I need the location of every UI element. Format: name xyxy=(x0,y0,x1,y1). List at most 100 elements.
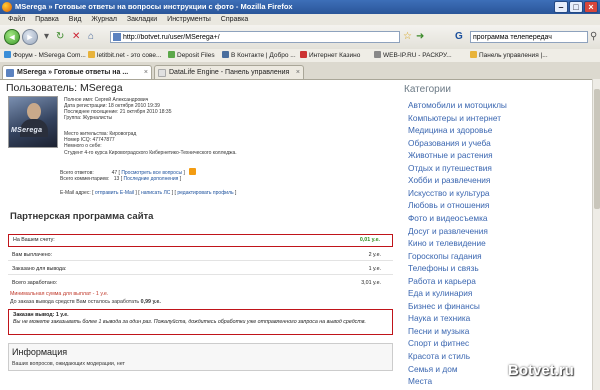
bookmark-star-icon[interactable]: ☆ xyxy=(403,32,412,42)
category-link[interactable]: Семья и дом xyxy=(408,364,458,374)
tab-mserega[interactable]: MSerega » Готовые ответы на ... × xyxy=(2,65,152,79)
order-title: Заказан вывод: 1 у.е. xyxy=(13,312,69,318)
window-title-bar: MSerega » Готовые ответы на вопросы инст… xyxy=(0,0,600,14)
balance-value: 0,01 у.е. xyxy=(359,237,380,243)
reload-icon[interactable]: ↻ xyxy=(56,32,64,42)
menu-help[interactable]: Справка xyxy=(221,16,248,23)
bookmark-item[interactable]: letitbit.net - это сове... xyxy=(88,49,161,62)
category-link[interactable]: Бизнес и финансы xyxy=(408,301,480,311)
bookmark-item[interactable]: Панель управления |... xyxy=(470,49,548,62)
latest-additions-link[interactable]: Последние дополнения xyxy=(123,176,178,182)
answers-stat: Всего ответов: 47 [ Просмотреть все вопр… xyxy=(60,168,197,176)
category-link[interactable]: Досуг и развлечения xyxy=(408,226,488,236)
menu-history[interactable]: Журнал xyxy=(91,16,117,23)
category-link[interactable]: Искусство и культура xyxy=(408,188,490,198)
bookmark-item[interactable]: В Контакте | Добро ... xyxy=(222,49,296,62)
bookmark-item[interactable]: WEB-IP.RU - РАСКРУ... xyxy=(374,49,452,62)
minimize-icon[interactable]: – xyxy=(554,1,568,13)
paid-row: Вам выплачено: 2 у.е. xyxy=(8,250,393,261)
tab-favicon-icon xyxy=(6,69,14,77)
url-input[interactable] xyxy=(123,32,373,43)
webip-favicon-icon xyxy=(374,51,381,58)
forward-button[interactable]: ► xyxy=(22,29,38,45)
search-engine-icon[interactable]: G xyxy=(455,32,463,42)
menu-tools[interactable]: Инструменты xyxy=(167,16,211,23)
ordered-row: Заказано для вывода: 1 у.е. xyxy=(8,264,393,275)
category-link[interactable]: Медицина и здоровье xyxy=(408,125,492,135)
menu-bookmarks[interactable]: Закладки xyxy=(127,16,157,23)
search-box[interactable] xyxy=(470,31,588,43)
go-arrow-icon[interactable]: ➜ xyxy=(416,32,424,42)
bookmarks-toolbar: Форум - MSerega Com... letitbit.net - эт… xyxy=(0,49,600,63)
profile-group: Группа: Журналисты xyxy=(64,115,113,121)
category-link[interactable]: Работа и карьера xyxy=(408,276,476,286)
email-row: E-Mail адрес: [ отправить E-Mail ] [ нап… xyxy=(60,190,237,196)
navigation-toolbar: ◄ ► ▾ ↻ ✕ ⌂ ☆ ➜ G ⚲ xyxy=(0,25,600,50)
menu-bar: Файл Правка Вид Журнал Закладки Инструме… xyxy=(0,14,600,25)
tab-datalife[interactable]: DataLife Engine - Панель управления × xyxy=(154,65,304,79)
category-link[interactable]: Хобби и развлечения xyxy=(408,175,490,185)
bookmark-item[interactable]: Deposit Files xyxy=(168,49,215,62)
address-bar[interactable] xyxy=(110,31,400,43)
info-box: Информация Ваших вопросов, ожидающих мод… xyxy=(8,343,393,371)
search-input[interactable] xyxy=(471,32,577,43)
category-link[interactable]: Песни и музыка xyxy=(408,326,469,336)
maximize-icon[interactable]: □ xyxy=(569,1,583,13)
tab-close-icon[interactable]: × xyxy=(144,66,148,79)
category-link[interactable]: Компьютеры и интернет xyxy=(408,113,501,123)
menu-file[interactable]: Файл xyxy=(8,16,25,23)
scrollbar-thumb[interactable] xyxy=(594,89,600,209)
close-icon[interactable]: × xyxy=(584,1,598,13)
category-link[interactable]: Красота и стиль xyxy=(408,351,470,361)
back-button[interactable]: ◄ xyxy=(4,29,20,45)
vkontakte-favicon-icon xyxy=(222,51,229,58)
page-scrollbar[interactable] xyxy=(592,79,600,390)
bookmark-item[interactable]: Форум - MSerega Com... xyxy=(4,49,86,62)
category-link[interactable]: Любовь и отношения xyxy=(408,200,489,210)
avatar-logo-text: MSerega xyxy=(11,127,43,134)
category-link[interactable]: Наука и техника xyxy=(408,313,470,323)
casino-favicon-icon xyxy=(300,51,307,58)
category-link[interactable]: Еда и кулинария xyxy=(408,288,472,298)
category-link[interactable]: Отдых и путешествия xyxy=(408,163,492,173)
info-title: Информация xyxy=(12,347,68,357)
earned-row: Всего заработано: 3,01 у.е. xyxy=(12,280,381,286)
rss-icon[interactable] xyxy=(189,168,197,175)
category-link[interactable]: Животные и растения xyxy=(408,150,493,160)
order-text: Вы не можете заказывать более 1 вывода з… xyxy=(13,319,366,325)
category-link[interactable]: Места xyxy=(408,376,432,386)
category-link[interactable]: Фото и видеосъемка xyxy=(408,213,488,223)
home-icon[interactable]: ⌂ xyxy=(88,32,94,42)
dropdown-arrow-icon[interactable]: ▾ xyxy=(44,32,49,42)
stop-icon[interactable]: ✕ xyxy=(72,32,80,42)
categories-title: Категории xyxy=(404,84,451,95)
forum-favicon-icon xyxy=(4,51,11,58)
order-notice: Заказан вывод: 1 у.е. Вы не можете заказ… xyxy=(8,309,393,335)
firefox-icon xyxy=(2,2,12,12)
category-link[interactable]: Спорт и фитнес xyxy=(408,338,469,348)
tab-bar: MSerega » Готовые ответы на ... × DataLi… xyxy=(0,62,600,80)
send-pm-link[interactable]: написать ЛС xyxy=(141,190,170,196)
tab-close-icon[interactable]: × xyxy=(296,66,300,79)
send-email-link[interactable]: отправить E-Mail xyxy=(95,190,134,196)
page-title: Пользователь: MSerega xyxy=(6,82,123,94)
min-payout-note: Минимальная сумма для выплат - 1 у.е. xyxy=(10,291,109,297)
category-link[interactable]: Телефоны и связь xyxy=(408,263,479,273)
category-link[interactable]: Автомобили и мотоциклы xyxy=(408,100,507,110)
category-link[interactable]: Кино и телевидение xyxy=(408,238,486,248)
window-title: MSerega » Готовые ответы на вопросы инст… xyxy=(15,2,293,11)
partner-program-title: Партнерская программа сайта xyxy=(10,211,154,222)
menu-view[interactable]: Вид xyxy=(69,16,82,23)
search-magnifier-icon[interactable]: ⚲ xyxy=(590,32,597,42)
edit-profile-link[interactable]: редактировать профиль xyxy=(177,190,233,196)
bookmark-item[interactable]: Интернет Казино xyxy=(300,49,360,62)
watermark: Botvet.ru xyxy=(508,362,574,379)
category-link[interactable]: Гороскопы гадания xyxy=(408,251,482,261)
tab-favicon-icon xyxy=(158,69,166,77)
balance-row: На Вашем счету: 0,01 у.е. xyxy=(8,234,393,247)
menu-edit[interactable]: Правка xyxy=(35,16,59,23)
deposit-favicon-icon xyxy=(168,51,175,58)
site-favicon-icon xyxy=(113,33,121,41)
category-link[interactable]: Образования и учеба xyxy=(408,138,491,148)
panel-favicon-icon xyxy=(470,51,477,58)
